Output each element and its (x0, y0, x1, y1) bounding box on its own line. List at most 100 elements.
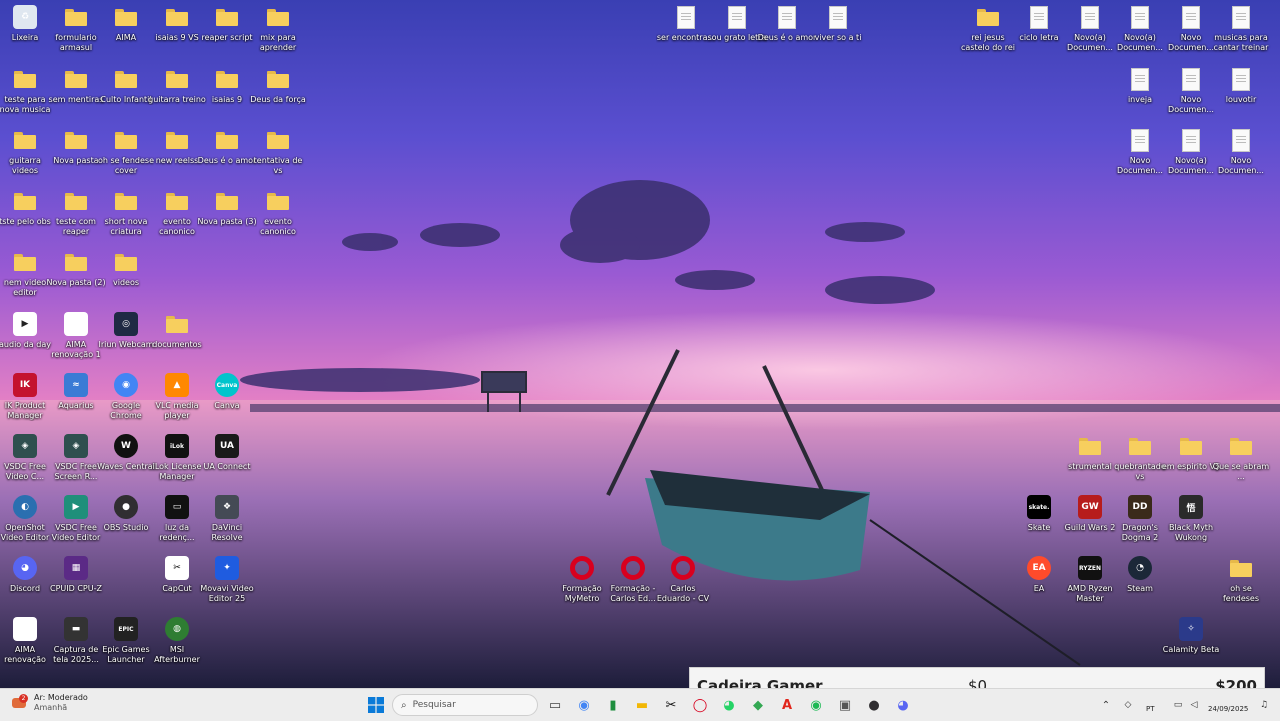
network-tray-icon[interactable]: ◇ (1118, 695, 1138, 715)
start-button[interactable] (366, 695, 386, 715)
maps-button[interactable]: ◆ (748, 695, 768, 715)
text-file-icon (1178, 4, 1204, 30)
desktop-icon-label: Movavi Video Editor 25 (200, 584, 254, 603)
desktop-icon-musicas-para-cantar-treinar[interactable]: musicas para cantar treinar (1213, 4, 1269, 64)
opera-taskbar-button[interactable]: ◯ (690, 695, 710, 715)
desktop[interactable]: ♻ Lixeira formulario armasul AIMA isaias 9 V… (0, 0, 1280, 688)
folder-icon (113, 127, 139, 153)
text-file-icon (1127, 4, 1153, 30)
desktop-icon-videos[interactable]: videos (98, 249, 154, 309)
desktop-icon-dragon-s-dogma-2[interactable]: DD Dragon's Dogma 2 (1112, 494, 1168, 554)
desktop-icon-deus-é-o-amor[interactable]: Deus é o amor (758, 4, 816, 64)
davinci-icon: ❖ (214, 494, 240, 520)
desktop-icon-google-chrome[interactable]: ◉ Google Chrome (98, 372, 154, 432)
task-view-icon: ▭ (548, 697, 562, 713)
spotify-button[interactable]: ◉ (806, 695, 826, 715)
desktop-icon-ser-encontra[interactable]: ser encontra... (657, 4, 715, 64)
desktop-icon-rei-jesus-castelo-do-rei[interactable]: rei jesus castelo do rei (960, 4, 1016, 64)
desktop-icon-novo-documen[interactable]: Novo Documen... (1112, 127, 1168, 187)
task-view-button[interactable]: ▭ (545, 695, 565, 715)
text-file-icon (1127, 127, 1153, 153)
tray-expand-icon[interactable]: ⌃ (1096, 695, 1116, 715)
desktop-icon-obs-studio[interactable]: ● OBS Studio (98, 494, 154, 554)
desktop-icon-culto-infantil[interactable]: Culto Infantil (98, 66, 154, 126)
desktop-icon-deus-da-força[interactable]: Deus da força (250, 66, 306, 126)
desktop-icon-tentativa-de-vs[interactable]: tentativa de vs (250, 127, 306, 187)
desktop-icon-davinci-resolve[interactable]: ❖ DaVinci Resolve (199, 494, 255, 554)
desktop-icon-evento-canonico[interactable]: evento canonico (250, 188, 306, 248)
language-indicator[interactable]: PT (1146, 705, 1155, 713)
desktop-icon-nova-pasta-3[interactable]: Nova pasta (3) (197, 188, 257, 248)
desktop-icon-black-myth-wukong[interactable]: 悟 Black Myth Wukong (1163, 494, 1219, 554)
discord-taskbar-button[interactable]: ◕ (893, 695, 913, 715)
desktop-icon-label: viver so a ti (814, 33, 862, 42)
folder-icon (63, 4, 89, 30)
desktop-icon-deus-é-o-amor[interactable]: Deus é o amor (198, 127, 256, 187)
chart-app-icon: ▮ (609, 697, 617, 713)
chart-app-button[interactable]: ▮ (603, 695, 623, 715)
text-file-icon (724, 4, 750, 30)
search-icon: ⌕ (401, 699, 407, 711)
desktop-icon-movavi-video-editor-25[interactable]: ✦ Movavi Video Editor 25 (199, 555, 255, 615)
desktop-icon-label: Deus da força (250, 95, 306, 104)
desktop-icon-skate[interactable]: skate. Skate (1011, 494, 1067, 554)
desktop-icon-waves-central[interactable]: W Waves Central (97, 433, 155, 493)
desktop-icon-inveja[interactable]: inveja (1112, 66, 1168, 126)
desktop-icon-canva[interactable]: Canva Canva (199, 372, 255, 432)
chrome-taskbar-button[interactable]: ◉ (574, 695, 594, 715)
weather-widget[interactable]: 2 Ar: Moderado Amanhã (10, 693, 88, 713)
search-box[interactable]: ⌕ Pesquisar (392, 694, 538, 716)
file-explorer-button[interactable]: ▬ (632, 695, 652, 715)
whatsapp-button[interactable]: ◕ (719, 695, 739, 715)
desktop-icon-steam[interactable]: ◔ Steam (1112, 555, 1168, 615)
media-icon: ▣ (838, 697, 852, 713)
desktop-icon-mix-para-aprender[interactable]: mix para aprender (250, 4, 306, 64)
desktop-icon-novo-a-documen[interactable]: Novo(a) Documen... (1112, 4, 1168, 64)
desktop-icon-ciclo-letra[interactable]: ciclo letra (1011, 4, 1067, 64)
desktop-icon-novo-documen[interactable]: Novo Documen... (1213, 127, 1269, 187)
clock-date[interactable]: 24/09/2025 (1208, 705, 1248, 713)
desktop-icon-louvotir[interactable]: louvotir (1213, 66, 1269, 126)
desktop-icon-quebrantado-vs[interactable]: quebrantado vs (1112, 433, 1168, 493)
desktop-icon-iriun-webcam[interactable]: ◎ Iriun Webcam (98, 311, 154, 371)
folder-icon (63, 188, 89, 214)
weather-subtitle: Amanhã (34, 703, 68, 712)
volume-tray-icon[interactable]: ◁ (1184, 695, 1204, 715)
desktop-icon-viver-so-a-ti[interactable]: viver so a ti (810, 4, 866, 64)
capcut-taskbar-button[interactable]: ✂ (661, 695, 681, 715)
desktop-icon-formação-mymetro[interactable]: Formação MyMetro (554, 555, 610, 615)
vsdc-editor-icon: ▶ (63, 494, 89, 520)
capcut-icon: ✂ (164, 555, 190, 581)
desktop-icon-ea[interactable]: EA EA (1011, 555, 1067, 615)
msi-afterburner-icon: ◍ (164, 616, 190, 642)
desktop-icon-oh-se-fendese-cover[interactable]: oh se fendese cover (98, 127, 154, 187)
desktop-icon-label: louvotir (1225, 95, 1257, 104)
desktop-icon-label: Calamity Beta (1162, 645, 1220, 654)
desktop-icon-isaias-9[interactable]: isaias 9 (199, 66, 255, 126)
folder-icon (214, 66, 240, 92)
adobe-icon: A (781, 697, 793, 713)
desktop-icon-epic-games-launcher[interactable]: EPIC Epic Games Launcher (98, 616, 154, 676)
notification-icon[interactable]: ♫ (1254, 695, 1274, 715)
desktop-icon-documentos[interactable]: documentos (149, 311, 205, 371)
desktop-icon-short-nova-criatura[interactable]: short nova criatura (98, 188, 154, 248)
desktop-icon-carlos-eduardo-cv[interactable]: Carlos Eduardo - CV (655, 555, 711, 615)
amd-ryzen-icon: RYZEN (1077, 555, 1103, 581)
folder-icon (113, 249, 139, 275)
desktop-icon-que-se-abram[interactable]: Que se abram ... (1213, 433, 1269, 493)
obs-taskbar-button[interactable]: ● (864, 695, 884, 715)
desktop-icon-oh-se-fendeses[interactable]: oh se fendeses (1213, 555, 1269, 615)
desktop-icon-aima[interactable]: AIMA (98, 4, 154, 64)
desktop-icon-reaper-script[interactable]: reaper script (199, 4, 255, 64)
media-button[interactable]: ▣ (835, 695, 855, 715)
skate-icon: skate. (1026, 494, 1052, 520)
desktop-icon-msi-afterburner[interactable]: ◍ MSI Afterburner (149, 616, 205, 676)
folder-icon (113, 188, 139, 214)
obs-taskbar-icon: ● (868, 697, 880, 713)
text-file-icon (825, 4, 851, 30)
text-file-icon (1228, 127, 1254, 153)
adobe-button[interactable]: A (777, 695, 797, 715)
desktop-icon-ua-connect[interactable]: UA UA Connect (199, 433, 255, 493)
desktop-icon-cpuid-cpu-z[interactable]: ▦ CPUID CPU-Z (48, 555, 104, 615)
folder-icon (265, 188, 291, 214)
